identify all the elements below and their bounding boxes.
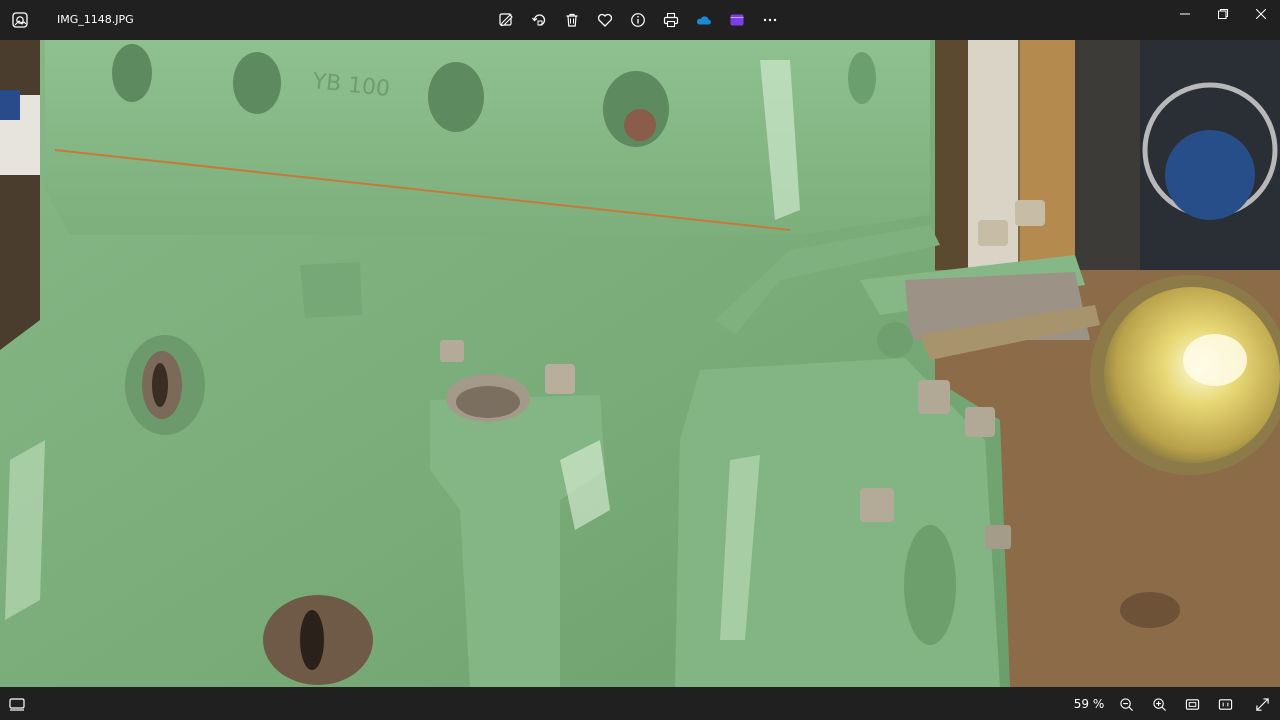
fullscreen-icon bbox=[1255, 697, 1269, 711]
fullscreen-button[interactable] bbox=[1253, 695, 1271, 713]
photos-app-icon bbox=[12, 12, 28, 28]
edit-image-button[interactable] bbox=[494, 8, 518, 32]
photo-viewer[interactable]: YB 100 bbox=[0, 40, 1280, 687]
file-name-title: IMG_1148.JPG bbox=[57, 13, 134, 26]
image-toolbar bbox=[494, 8, 782, 32]
print-button[interactable] bbox=[659, 8, 683, 32]
fit-to-window-button[interactable] bbox=[1183, 695, 1201, 713]
actual-size-icon bbox=[1218, 698, 1232, 710]
file-info-button[interactable] bbox=[626, 8, 650, 32]
engine-photo: YB 100 bbox=[0, 40, 1280, 687]
filmstrip-icon bbox=[9, 698, 25, 711]
favorite-button[interactable] bbox=[593, 8, 617, 32]
delete-button[interactable] bbox=[560, 8, 584, 32]
actual-size-button[interactable] bbox=[1216, 695, 1234, 713]
close-button[interactable] bbox=[1242, 0, 1280, 28]
delete-icon bbox=[566, 13, 578, 27]
close-icon bbox=[1256, 9, 1266, 19]
clipchamp-icon bbox=[730, 14, 744, 26]
stud bbox=[440, 340, 464, 362]
more-options-button[interactable] bbox=[758, 8, 782, 32]
favorite-icon bbox=[597, 13, 613, 27]
zoom-out-icon bbox=[1119, 697, 1133, 711]
onedrive-button[interactable] bbox=[692, 8, 716, 32]
filmstrip-button[interactable] bbox=[8, 695, 26, 713]
rotate-icon bbox=[531, 14, 546, 26]
fit-to-window-icon bbox=[1185, 698, 1199, 710]
print-icon bbox=[663, 12, 679, 28]
info-icon bbox=[631, 13, 645, 27]
onedrive-icon bbox=[696, 16, 711, 25]
minimize-icon bbox=[1180, 13, 1190, 15]
minimize-button[interactable] bbox=[1166, 0, 1204, 28]
stud bbox=[545, 364, 575, 394]
more-options-icon bbox=[763, 18, 777, 22]
rotate-button[interactable] bbox=[527, 8, 551, 32]
window-controls bbox=[1166, 0, 1280, 28]
status-bar: 59 % bbox=[0, 687, 1280, 720]
edit-image-icon bbox=[499, 13, 513, 27]
zoom-out-button[interactable] bbox=[1117, 695, 1135, 713]
maximize-button[interactable] bbox=[1204, 0, 1242, 28]
zoom-in-button[interactable] bbox=[1150, 695, 1168, 713]
maximize-icon bbox=[1218, 9, 1228, 19]
title-bar: IMG_1148.JPG bbox=[0, 0, 1280, 40]
clipchamp-button[interactable] bbox=[725, 8, 749, 32]
zoom-level[interactable]: 59 % bbox=[1064, 696, 1114, 712]
zoom-in-icon bbox=[1152, 697, 1166, 711]
